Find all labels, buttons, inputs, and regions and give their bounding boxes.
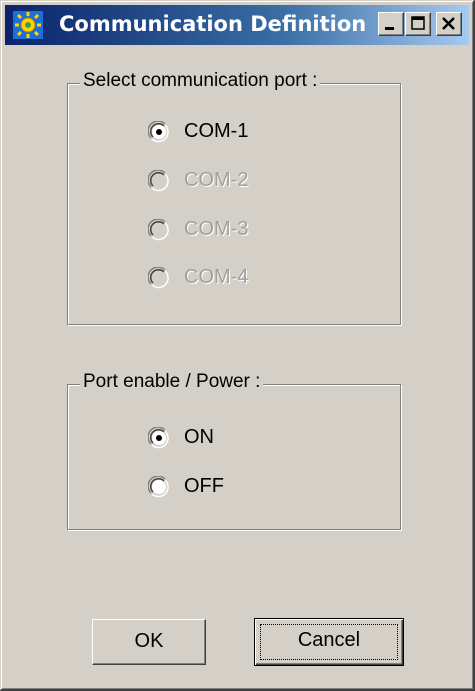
window-title: Communication Definition <box>59 12 367 36</box>
radio-label: COM-3 <box>184 218 249 240</box>
maximize-icon <box>411 16 425 30</box>
radio-unselected-icon <box>148 476 169 498</box>
radio-label: OFF <box>184 475 224 497</box>
radio-selected-icon <box>148 427 169 449</box>
dialog-window: Communication Definition Select communic… <box>0 0 475 691</box>
title-bar[interactable]: Communication Definition <box>5 5 469 45</box>
port-group-label: Select communication port : <box>80 70 321 92</box>
radio-unselected-icon <box>148 267 169 289</box>
cancel-button[interactable]: Cancel <box>254 618 404 666</box>
power-group: Port enable / Power : <box>67 371 401 530</box>
radio-unselected-icon <box>148 219 169 241</box>
ok-button[interactable]: OK <box>92 619 206 665</box>
minimize-button[interactable] <box>378 12 404 36</box>
radio-label: ON <box>184 426 214 448</box>
cancel-button-label: Cancel <box>297 629 361 651</box>
maximize-button[interactable] <box>405 12 431 36</box>
close-icon <box>442 17 455 30</box>
power-group-label: Port enable / Power : <box>80 371 264 393</box>
minimize-icon <box>385 27 394 30</box>
ok-button-label: OK <box>134 630 164 652</box>
radio-label: COM-1 <box>184 120 249 142</box>
radio-label: COM-4 <box>184 266 249 288</box>
radio-selected-icon <box>148 121 169 143</box>
sun-gear-icon <box>13 11 43 39</box>
close-button[interactable] <box>436 12 462 36</box>
radio-unselected-icon <box>148 170 169 192</box>
radio-label: COM-2 <box>184 169 249 191</box>
